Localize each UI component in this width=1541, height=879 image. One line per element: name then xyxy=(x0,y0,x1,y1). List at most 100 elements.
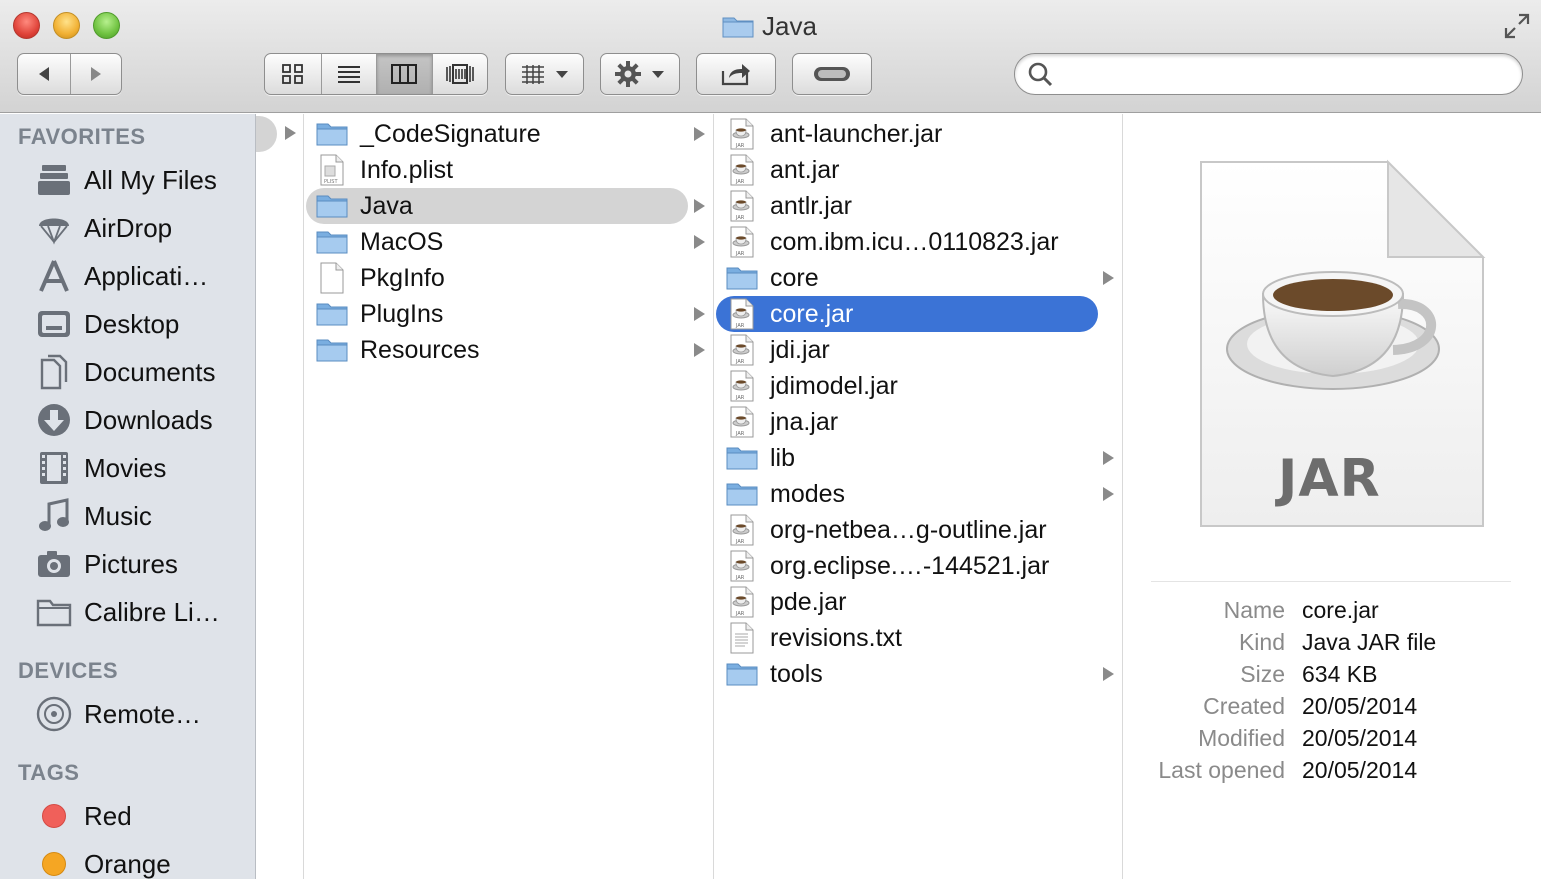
list-item-selected[interactable]: Java xyxy=(304,188,714,224)
list-item[interactable]: JAR antlr.jar xyxy=(714,188,1123,224)
list-item[interactable]: JAR org.eclipse.…-144521.jar xyxy=(714,548,1123,584)
list-view-button[interactable] xyxy=(320,54,377,94)
jar-file-icon: JAR xyxy=(726,514,758,546)
list-item[interactable]: PlugIns xyxy=(304,296,714,332)
plist-file-icon: PLIST xyxy=(316,154,348,186)
item-name: core xyxy=(770,263,819,292)
svg-text:JAR: JAR xyxy=(735,251,745,257)
list-item[interactable]: lib xyxy=(714,440,1123,476)
share-icon xyxy=(721,64,750,86)
list-item[interactable]: _CodeSignature xyxy=(304,116,714,152)
info-value: 20/05/2014 xyxy=(1302,725,1418,751)
airdrop-icon xyxy=(35,209,73,247)
jar-file-icon: JAR xyxy=(726,334,758,366)
search-icon xyxy=(1028,62,1053,87)
sidebar-item-tag-orange[interactable]: Orange xyxy=(0,842,255,879)
list-item[interactable]: JAR ant-launcher.jar xyxy=(714,116,1123,152)
sidebar-item-label: Documents xyxy=(84,356,216,387)
list-item[interactable]: JAR jna.jar xyxy=(714,404,1123,440)
svg-text:JAR: JAR xyxy=(735,431,745,437)
chevron-down-icon xyxy=(555,71,568,78)
chevron-right-icon xyxy=(1103,487,1114,501)
edit-tags-button[interactable] xyxy=(792,53,872,95)
item-name: PkgInfo xyxy=(360,263,445,292)
sidebar-item-movies[interactable]: Movies xyxy=(0,446,255,490)
jar-file-icon: JAR xyxy=(726,190,758,222)
action-button[interactable] xyxy=(600,53,680,95)
item-name: com.ibm.icu…0110823.jar xyxy=(770,227,1059,256)
jar-file-icon: JAR xyxy=(726,550,758,582)
icon-grid-icon xyxy=(281,64,303,84)
info-key: Size xyxy=(1240,661,1285,687)
remote-disc-icon xyxy=(35,695,73,733)
item-name: ant-launcher.jar xyxy=(770,119,943,148)
info-row: Created 20/05/2014 xyxy=(1123,693,1541,725)
list-item-selected[interactable]: JAR core.jar xyxy=(714,296,1123,332)
sidebar-item-pictures[interactable]: Pictures xyxy=(0,542,255,586)
list-item[interactable]: JAR jdimodel.jar xyxy=(714,368,1123,404)
list-item[interactable]: PLIST Info.plist xyxy=(304,152,714,188)
list-item[interactable]: modes xyxy=(714,476,1123,512)
zoom-button[interactable] xyxy=(93,12,120,39)
cover-flow-button[interactable] xyxy=(431,54,488,94)
list-item[interactable]: JAR com.ibm.icu…0110823.jar xyxy=(714,224,1123,260)
sidebar-item-all-my-files[interactable]: All My Files xyxy=(0,158,255,202)
desktop-icon xyxy=(35,305,73,343)
list-item[interactable]: core xyxy=(714,260,1123,296)
sidebar-item-calibre-library[interactable]: Calibre Li… xyxy=(0,590,255,634)
chevron-right-icon xyxy=(694,343,705,357)
sidebar-item-label: Calibre Li… xyxy=(84,596,220,627)
list-item[interactable]: JAR org-netbea…g-outline.jar xyxy=(714,512,1123,548)
red-tag-icon xyxy=(35,797,73,835)
chevron-right-icon xyxy=(285,126,296,140)
search-field[interactable] xyxy=(1014,53,1523,95)
sidebar-item-airdrop[interactable]: AirDrop xyxy=(0,206,255,250)
arrange-icon xyxy=(521,65,544,84)
folder-icon xyxy=(316,298,348,330)
info-row: Kind Java JAR file xyxy=(1123,629,1541,661)
sidebar-item-tag-red[interactable]: Red xyxy=(0,794,255,838)
chevron-down-icon xyxy=(652,71,664,78)
sidebar: FAVORITES All My Files AirDrop Applicati… xyxy=(0,114,256,879)
sidebar-item-music[interactable]: Music xyxy=(0,494,255,538)
list-item[interactable]: JAR jdi.jar xyxy=(714,332,1123,368)
item-name: org.eclipse.…-144521.jar xyxy=(770,551,1050,580)
favorites-header: FAVORITES xyxy=(18,124,146,149)
column-contents: _CodeSignature PLIST Info.plist Java Mac… xyxy=(304,114,714,879)
item-name: MacOS xyxy=(360,227,444,256)
arrange-button[interactable] xyxy=(505,53,584,95)
window-toolbar: Java xyxy=(0,0,1541,113)
item-name: pde.jar xyxy=(770,587,847,616)
share-button[interactable] xyxy=(696,53,776,95)
columns-icon xyxy=(391,64,418,84)
minimize-button[interactable] xyxy=(53,12,80,39)
list-item[interactable]: JAR ant.jar xyxy=(714,152,1123,188)
item-name: modes xyxy=(770,479,846,508)
info-value: 634 KB xyxy=(1302,661,1378,687)
back-button[interactable] xyxy=(18,54,70,94)
sidebar-item-label: Applicati… xyxy=(84,260,209,291)
icon-view-button[interactable] xyxy=(265,54,321,94)
forward-button[interactable] xyxy=(69,54,122,94)
item-name: org-netbea…g-outline.jar xyxy=(770,515,1047,544)
list-item[interactable]: Resources xyxy=(304,332,714,368)
column-parent[interactable] xyxy=(256,114,304,879)
search-input[interactable] xyxy=(1063,62,1503,86)
svg-text:JAR: JAR xyxy=(735,359,745,365)
fullscreen-icon[interactable] xyxy=(1503,12,1531,40)
list-item[interactable]: JAR pde.jar xyxy=(714,584,1123,620)
close-button[interactable] xyxy=(13,12,40,39)
sidebar-item-applications[interactable]: Applicati… xyxy=(0,254,255,298)
sidebar-item-remote-disc[interactable]: Remote… xyxy=(0,692,255,736)
column-view-button[interactable] xyxy=(376,54,432,94)
list-item[interactable]: PkgInfo xyxy=(304,260,714,296)
list-item[interactable]: tools xyxy=(714,656,1123,692)
chevron-right-icon xyxy=(694,235,705,249)
list-item[interactable]: MacOS xyxy=(304,224,714,260)
item-name: lib xyxy=(770,443,796,472)
sidebar-item-documents[interactable]: Documents xyxy=(0,350,255,394)
list-item[interactable]: revisions.txt xyxy=(714,620,1123,656)
sidebar-item-downloads[interactable]: Downloads xyxy=(0,398,255,442)
sidebar-item-desktop[interactable]: Desktop xyxy=(0,302,255,346)
downloads-icon xyxy=(35,401,73,439)
